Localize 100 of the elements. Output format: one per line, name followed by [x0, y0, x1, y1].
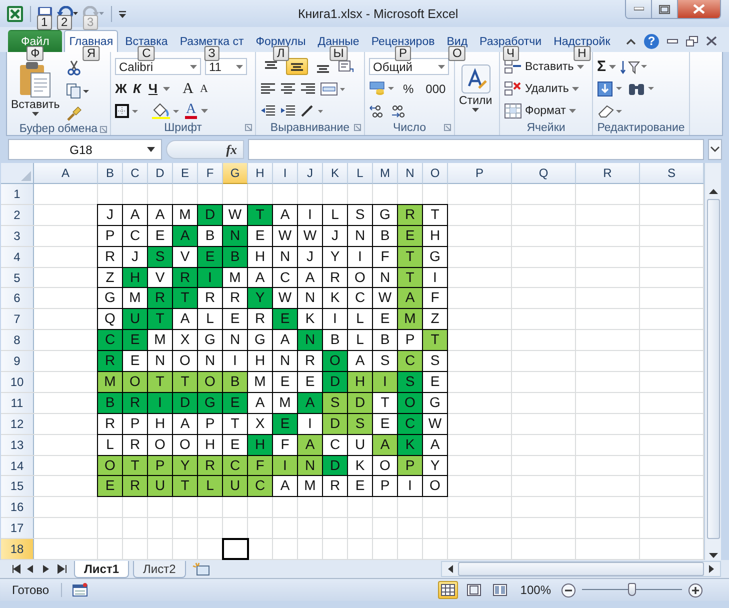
- thousands-separator-button[interactable]: 000: [422, 82, 450, 96]
- row-header[interactable]: 17: [1, 518, 34, 538]
- row-header[interactable]: 18: [1, 539, 34, 560]
- borders-icon[interactable]: [115, 104, 139, 118]
- insert-cells-button[interactable]: Вставить: [504, 58, 588, 75]
- increase-decimal-icon[interactable]: [369, 104, 385, 118]
- spreadsheet-app-icon[interactable]: [6, 4, 24, 22]
- row-header[interactable]: 14: [1, 456, 34, 476]
- underline-button[interactable]: Ч: [147, 80, 159, 96]
- scissors-icon[interactable]: [66, 60, 82, 76]
- font-color-button[interactable]: A: [185, 102, 197, 118]
- font-family-dropdown[interactable]: Calibri: [115, 58, 201, 75]
- restore-icon[interactable]: [686, 36, 698, 46]
- row-header[interactable]: 4: [1, 246, 34, 267]
- insert-function-button[interactable]: fx: [226, 142, 237, 158]
- currency-icon[interactable]: [369, 80, 395, 96]
- column-header[interactable]: K: [323, 163, 348, 184]
- scroll-left-icon[interactable]: [446, 563, 456, 575]
- zoom-slider-thumb[interactable]: [628, 583, 636, 596]
- sheet-tab[interactable]: Лист2: [133, 560, 186, 578]
- row-header[interactable]: 12: [1, 414, 34, 434]
- italic-button[interactable]: К: [131, 80, 143, 96]
- collapse-ribbon-icon[interactable]: [626, 38, 636, 44]
- column-header[interactable]: R: [576, 163, 640, 184]
- minimize-icon[interactable]: [667, 38, 678, 44]
- row-header[interactable]: 11: [1, 392, 34, 413]
- styles-button[interactable]: Стили: [459, 58, 492, 120]
- align-right-icon[interactable]: [300, 82, 316, 94]
- horizontal-scrollbar[interactable]: [441, 561, 721, 577]
- delete-cells-button[interactable]: Удалить: [504, 80, 588, 97]
- column-header[interactable]: D: [148, 163, 173, 184]
- row-header[interactable]: 7: [1, 309, 34, 330]
- row-header[interactable]: 16: [1, 497, 34, 518]
- row-header[interactable]: 1: [1, 184, 34, 204]
- column-header[interactable]: J: [298, 163, 323, 184]
- font-size-dropdown[interactable]: 11: [205, 58, 247, 75]
- row-header[interactable]: 2: [1, 204, 34, 225]
- text-orientation-icon[interactable]: [300, 104, 326, 118]
- row-header[interactable]: 6: [1, 288, 34, 308]
- column-header[interactable]: E: [173, 163, 198, 184]
- help-button[interactable]: ?: [644, 34, 659, 48]
- zoom-in-icon[interactable]: [688, 582, 703, 598]
- row-header[interactable]: 5: [1, 268, 34, 288]
- autosum-button[interactable]: Σ: [597, 58, 616, 75]
- number-format-dropdown[interactable]: Общий: [369, 58, 449, 75]
- wrap-text-icon[interactable]: [338, 60, 354, 74]
- zoom-out-icon[interactable]: [561, 582, 576, 598]
- fill-color-icon[interactable]: [151, 102, 181, 118]
- column-header[interactable]: M: [373, 163, 398, 184]
- formula-input[interactable]: [248, 139, 704, 160]
- active-cell[interactable]: [223, 539, 248, 560]
- align-left-icon[interactable]: [260, 82, 276, 94]
- eraser-icon[interactable]: [597, 104, 623, 118]
- bold-button[interactable]: Ж: [115, 80, 127, 96]
- row-header[interactable]: 15: [1, 476, 34, 496]
- record-macro-icon[interactable]: [72, 583, 88, 597]
- merge-cells-icon[interactable]: [320, 82, 346, 96]
- normal-view-button[interactable]: [438, 581, 458, 599]
- column-header[interactable]: N: [398, 163, 423, 184]
- sort-filter-icon[interactable]: [620, 58, 648, 74]
- name-box[interactable]: G18: [8, 139, 162, 160]
- column-header[interactable]: F: [198, 163, 223, 184]
- caret-icon[interactable]: [163, 86, 170, 90]
- close-icon[interactable]: [706, 36, 717, 46]
- copy-icon[interactable]: [66, 83, 90, 99]
- align-center-icon[interactable]: [280, 82, 296, 94]
- column-header[interactable]: H: [248, 163, 273, 184]
- decrease-indent-icon[interactable]: [260, 104, 276, 116]
- column-header[interactable]: S: [640, 163, 704, 184]
- paste-button[interactable]: Вставить: [11, 58, 60, 122]
- column-header[interactable]: L: [348, 163, 373, 184]
- percent-button[interactable]: %: [399, 82, 418, 96]
- caret-icon[interactable]: [201, 108, 208, 112]
- column-header[interactable]: G: [223, 163, 248, 184]
- minimize-button[interactable]: [626, 0, 652, 18]
- close-button[interactable]: [678, 0, 720, 18]
- column-header[interactable]: P: [448, 163, 512, 184]
- column-header[interactable]: B: [98, 163, 123, 184]
- column-header[interactable]: I: [273, 163, 298, 184]
- row-header[interactable]: 8: [1, 330, 34, 350]
- scroll-thumb[interactable]: [706, 199, 720, 539]
- expand-formula-bar-icon[interactable]: [708, 139, 722, 160]
- column-header[interactable]: A: [34, 163, 98, 184]
- maximize-button[interactable]: [652, 0, 678, 18]
- column-header[interactable]: Q: [512, 163, 576, 184]
- column-header[interactable]: C: [123, 163, 148, 184]
- fill-down-icon[interactable]: [597, 80, 623, 96]
- scroll-thumb[interactable]: [458, 562, 704, 576]
- zoom-level[interactable]: 100%: [516, 583, 555, 597]
- increase-indent-icon[interactable]: [280, 104, 296, 116]
- row-header[interactable]: 9: [1, 351, 34, 372]
- increase-font-button[interactable]: A: [182, 80, 194, 96]
- row-header[interactable]: 13: [1, 434, 34, 455]
- column-header[interactable]: O: [423, 163, 448, 184]
- row-header[interactable]: 3: [1, 226, 34, 246]
- align-middle-button[interactable]: [286, 58, 308, 75]
- decrease-font-button[interactable]: A: [198, 80, 210, 96]
- customize-toolbar-icon[interactable]: [118, 8, 127, 18]
- format-cells-button[interactable]: Формат: [504, 102, 588, 119]
- scroll-right-icon[interactable]: [706, 563, 716, 575]
